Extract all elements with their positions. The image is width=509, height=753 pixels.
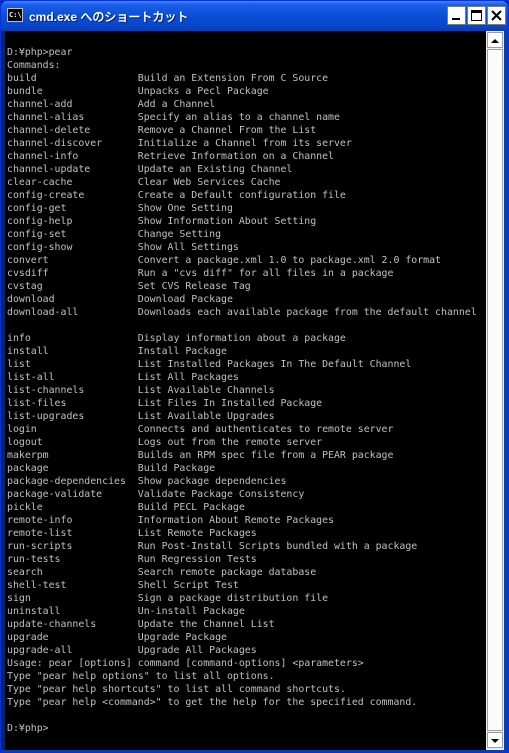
scroll-up-arrow-icon <box>491 39 499 43</box>
scroll-down-arrow-icon <box>491 739 499 743</box>
console-line: channel-add Add a Channel <box>7 99 216 110</box>
console-line: channel-delete Remove a Channel From the… <box>7 125 317 136</box>
console-line: D:¥php>pear <box>7 47 73 58</box>
console-window: C:\ cmd.exe へのショートカット D:¥php>pear Comman… <box>0 0 509 753</box>
console-line: uninstall Un-install Package <box>7 606 245 617</box>
scroll-up-button[interactable] <box>487 32 503 48</box>
maximize-button[interactable] <box>467 6 486 25</box>
console-line: Type "pear help shortcuts" to list all c… <box>7 684 346 695</box>
console-line: info Display information about a package <box>7 333 346 344</box>
console-line: config-show Show All Settings <box>7 242 239 253</box>
console-line: upgrade-all Upgrade All Packages <box>7 645 257 656</box>
console-line: convert Convert a package.xml 1.0 to pac… <box>7 255 442 266</box>
console-line: list-files List Files In Installed Packa… <box>7 398 323 409</box>
console-line: build Build an Extension From C Source <box>7 73 329 84</box>
minimize-button[interactable] <box>447 6 466 25</box>
console-line: install Install Package <box>7 346 227 357</box>
console-line: bundle Unpacks a Pecl Package <box>7 86 269 97</box>
console-line: login Connects and authenticates to remo… <box>7 424 394 435</box>
console-line: list-channels List Available Channels <box>7 385 275 396</box>
minimize-icon <box>452 18 460 20</box>
console-line: list-upgrades List Available Upgrades <box>7 411 275 422</box>
console-line: makerpm Builds an RPM spec file from a P… <box>7 450 394 461</box>
console-line: config-create Create a Default configura… <box>7 190 346 201</box>
console-line: search Search remote package database <box>7 567 317 578</box>
scroll-down-button[interactable] <box>487 732 503 748</box>
console-line: Usage: pear [options] command [command-o… <box>7 658 364 669</box>
console-line: config-set Change Setting <box>7 229 222 240</box>
console-line: update-channels Update the Channel List <box>7 619 275 630</box>
console-line: channel-discover Initialize a Channel fr… <box>7 138 352 149</box>
console-icon[interactable]: C:\ <box>7 8 23 22</box>
console-line: config-help Show Information About Setti… <box>7 216 317 227</box>
console-line: upgrade Upgrade Package <box>7 632 227 643</box>
console-output-area[interactable]: D:¥php>pear Commands: build Build an Ext… <box>5 31 486 750</box>
console-line: package-dependencies Show package depend… <box>7 476 287 487</box>
vertical-scrollbar[interactable] <box>486 31 504 750</box>
close-button[interactable] <box>487 6 506 25</box>
console-text: D:¥php>pear Commands: build Build an Ext… <box>7 46 477 735</box>
window-frame-right <box>504 31 508 750</box>
console-line: channel-update Update an Existing Channe… <box>7 164 293 175</box>
console-line: run-scripts Run Post-Install Scripts bun… <box>7 541 418 552</box>
console-line: cvstag Set CVS Release Tag <box>7 281 251 292</box>
console-line: list List Installed Packages In The Defa… <box>7 359 412 370</box>
console-line: channel-alias Specify an alias to a chan… <box>7 112 340 123</box>
window-frame-bottom <box>1 750 508 752</box>
console-line: Type "pear help options" to list all opt… <box>7 671 275 682</box>
console-line: Commands: <box>7 60 61 71</box>
close-icon <box>491 10 502 21</box>
console-line: D:¥php> <box>7 723 49 734</box>
console-line: package Build Package <box>7 463 216 474</box>
maximize-icon <box>471 10 482 21</box>
window-title: cmd.exe へのショートカット <box>29 10 189 24</box>
console-line: cvsdiff Run a "cvs diff" for all files i… <box>7 268 394 279</box>
console-line: remote-list List Remote Packages <box>7 528 257 539</box>
scrollbar-thumb[interactable] <box>487 49 503 731</box>
console-line: list-all List All Packages <box>7 372 239 383</box>
console-line: download-all Downloads each available pa… <box>7 307 477 318</box>
console-line: config-get Show One Setting <box>7 203 233 214</box>
console-line: run-tests Run Regression Tests <box>7 554 257 565</box>
console-line: logout Logs out from the remote server <box>7 437 323 448</box>
console-line: sign Sign a package distribution file <box>7 593 329 604</box>
console-line: clear-cache Clear Web Services Cache <box>7 177 281 188</box>
console-line: remote-info Information About Remote Pac… <box>7 515 334 526</box>
console-line: pickle Build PECL Package <box>7 502 245 513</box>
console-line: download Download Package <box>7 294 233 305</box>
console-line: channel-info Retrieve Information on a C… <box>7 151 334 162</box>
console-line: Type "pear help <command>" to get the he… <box>7 697 418 708</box>
title-bar[interactable]: C:\ cmd.exe へのショートカット <box>1 1 508 31</box>
console-line: package-validate Validate Package Consis… <box>7 489 305 500</box>
console-line: shell-test Shell Script Test <box>7 580 239 591</box>
